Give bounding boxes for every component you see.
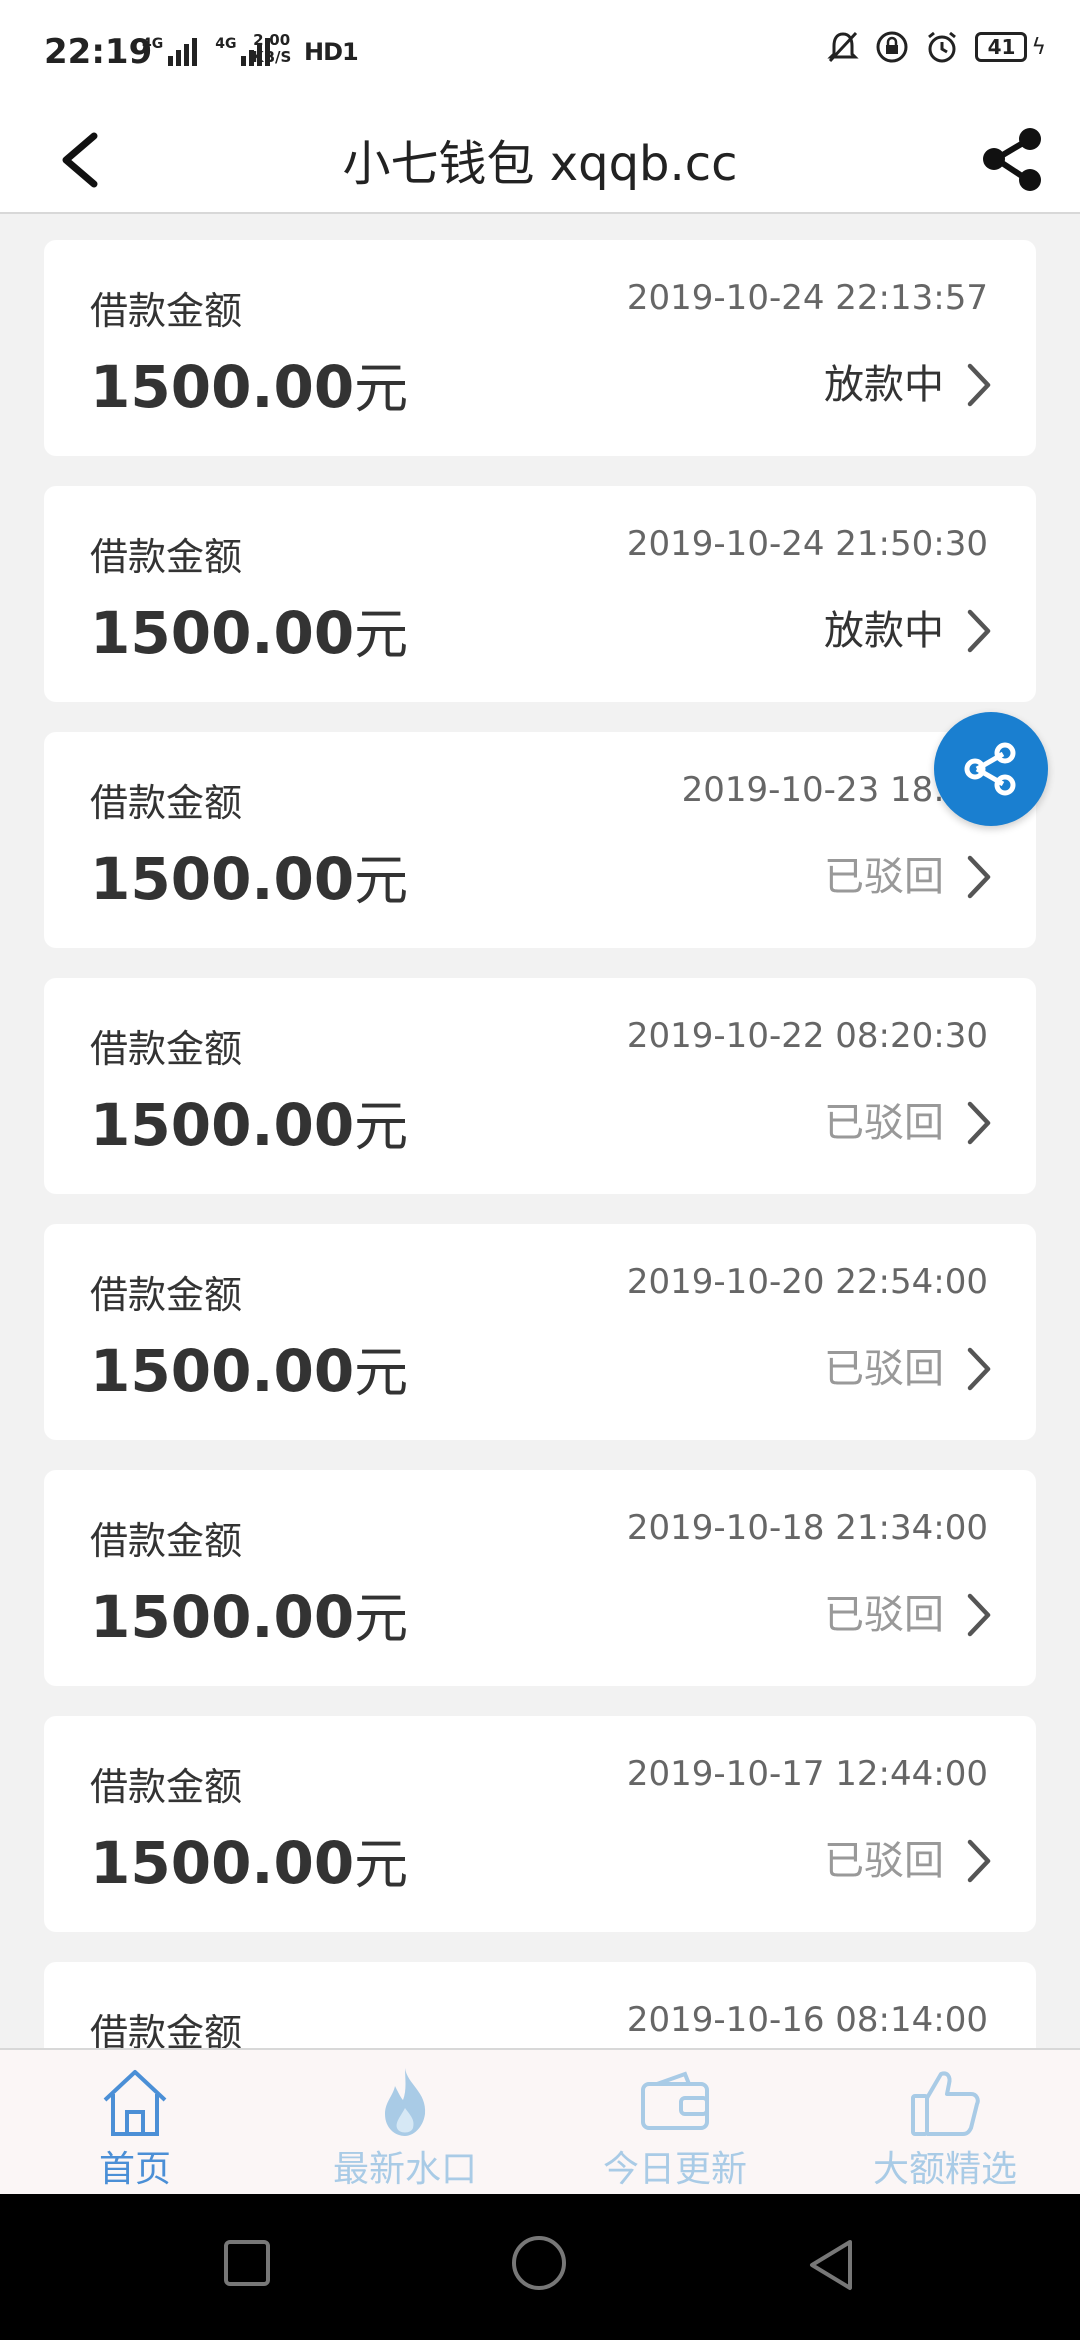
loan-status: 放款中 — [824, 608, 944, 654]
loan-amount-value: 1500.00 — [90, 1583, 355, 1651]
loan-record-card[interactable]: 借款金额 2019-10-20 22:54:00 1500.00元 已驳回 — [44, 1224, 1036, 1440]
nav-bar: 小七钱包 xqqb.cc — [0, 100, 1080, 214]
home-icon — [103, 2070, 167, 2136]
loan-date: 2019-10-17 12:44:00 — [626, 1754, 988, 1794]
tab-label: 今日更新 — [602, 2149, 747, 2190]
tab-label: 最新水口 — [332, 2149, 477, 2190]
loan-amount-unit: 元 — [354, 1095, 409, 1158]
loan-amount: 1500.00元 — [90, 1082, 408, 1161]
loan-amount: 1500.00元 — [90, 1574, 408, 1653]
recent-apps-button[interactable] — [222, 2238, 272, 2292]
system-navigation-bar — [0, 2194, 1080, 2340]
loan-list: 借款金额 2019-10-24 22:13:57 1500.00元 放款中 借款金额 20… — [44, 240, 1036, 2208]
loan-amount-value: 1500.00 — [90, 1091, 355, 1159]
loan-amount: 1500.00元 — [90, 590, 408, 669]
loan-date: 2019-10-16 08:14:00 — [626, 2000, 988, 2040]
chevron-right-icon — [967, 1593, 991, 1637]
loan-amount-unit: 元 — [354, 603, 409, 666]
status-icons: 41 ϟ — [827, 30, 1046, 64]
loan-amount-unit: 元 — [354, 357, 409, 420]
tab-label: 大额精选 — [872, 2149, 1017, 2190]
wallet-icon — [641, 2071, 709, 2130]
loan-record-card[interactable]: 借款金额 2019-10-23 18:04 1500.00元 已驳回 — [44, 732, 1036, 948]
network-speed: 2.00 KB/S — [252, 31, 292, 66]
loan-date: 2019-10-18 21:34:00 — [626, 1508, 988, 1548]
loan-status: 已驳回 — [824, 1592, 944, 1638]
bottom-tab-bar: 首页 最新水口 今日更新 大额精选 — [0, 2048, 1080, 2194]
chevron-right-icon — [967, 1101, 991, 1145]
loan-record-card[interactable]: 借款金额 2019-10-22 08:20:30 1500.00元 已驳回 — [44, 978, 1036, 1194]
loan-amount-label: 借款金额 — [90, 1273, 243, 1317]
alarm-icon — [928, 31, 957, 63]
loan-record-card[interactable]: 借款金额 2019-10-18 21:34:00 1500.00元 已驳回 — [44, 1470, 1036, 1686]
tab-latest[interactable]: 最新水口 — [270, 2050, 540, 2194]
hd-badge: HD1 — [304, 38, 359, 66]
loan-date: 2019-10-20 22:54:00 — [626, 1262, 988, 1302]
home-button[interactable] — [510, 2234, 568, 2296]
lock-rotation-icon — [876, 31, 908, 63]
loan-amount-label: 借款金额 — [90, 289, 243, 333]
loan-record-card[interactable]: 借款金额 2019-10-17 12:44:00 1500.00元 已驳回 — [44, 1716, 1036, 1932]
page-title: 小七钱包 xqqb.cc — [342, 136, 738, 192]
loan-amount-label: 借款金额 — [90, 1519, 243, 1563]
status-bar: 22:19 4G 4G 2.00 KB/S HD1 41 ϟ — [0, 0, 1080, 100]
loan-status: 已驳回 — [824, 1100, 944, 1146]
chevron-right-icon — [967, 363, 991, 407]
circle-icon — [512, 2236, 566, 2290]
loan-amount-unit: 元 — [354, 1587, 409, 1650]
charging-icon: ϟ — [1031, 34, 1046, 60]
square-icon — [224, 2240, 270, 2286]
loan-status: 已驳回 — [824, 1346, 944, 1392]
share-icon — [983, 128, 1041, 191]
loan-date: 2019-10-22 08:20:30 — [626, 1016, 988, 1056]
loan-status: 已驳回 — [824, 1838, 944, 1884]
loan-amount-unit: 元 — [354, 1833, 409, 1896]
loan-amount-value: 1500.00 — [90, 1337, 355, 1405]
tab-today[interactable]: 今日更新 — [540, 2050, 810, 2194]
bell-off-icon — [827, 31, 860, 63]
loan-amount-label: 借款金额 — [90, 781, 243, 825]
loan-amount-label: 借款金额 — [90, 1027, 243, 1071]
loan-amount-value: 1500.00 — [90, 599, 355, 667]
loan-record-card[interactable]: 借款金额 2019-10-24 22:13:57 1500.00元 放款中 — [44, 240, 1036, 456]
loan-status: 已驳回 — [824, 854, 944, 900]
share-icon — [964, 742, 1016, 796]
battery-icon: 41 — [975, 32, 1028, 62]
loan-date: 2019-10-24 22:13:57 — [626, 278, 988, 318]
floating-share-button[interactable] — [934, 712, 1048, 826]
chevron-left-icon — [62, 132, 98, 188]
loan-record-card[interactable]: 借款金额 2019-10-24 21:50:30 1500.00元 放款中 — [44, 486, 1036, 702]
chevron-right-icon — [967, 1347, 991, 1391]
loan-date: 2019-10-24 21:50:30 — [626, 524, 988, 564]
loan-amount: 1500.00元 — [90, 836, 408, 915]
loan-status: 放款中 — [824, 362, 944, 408]
loan-amount: 1500.00元 — [90, 1820, 408, 1899]
loan-amount-label: 借款金额 — [90, 535, 243, 579]
loan-amount-unit: 元 — [354, 1341, 409, 1404]
flame-icon — [385, 2068, 426, 2136]
back-button[interactable] — [44, 114, 124, 204]
chevron-right-icon — [967, 609, 991, 653]
tab-label: 首页 — [98, 2149, 171, 2190]
triangle-back-icon — [810, 2240, 852, 2290]
loan-amount-label: 借款金额 — [90, 1765, 243, 1809]
chevron-right-icon — [967, 855, 991, 899]
loan-amount-value: 1500.00 — [90, 353, 355, 421]
chevron-right-icon — [967, 1839, 991, 1883]
status-time: 22:19 — [44, 32, 153, 72]
loan-amount: 1500.00元 — [90, 344, 408, 423]
share-button[interactable] — [966, 114, 1056, 204]
back-nav-button[interactable] — [806, 2238, 856, 2296]
loan-amount-value: 1500.00 — [90, 845, 355, 913]
signal-icon: 4G — [142, 36, 198, 66]
loan-amount-value: 1500.00 — [90, 1829, 355, 1897]
tab-home[interactable]: 首页 — [0, 2050, 270, 2194]
loan-amount-unit: 元 — [354, 849, 409, 912]
thumbs-up-icon — [911, 2071, 980, 2136]
loan-amount: 1500.00元 — [90, 1328, 408, 1407]
tab-large-amount[interactable]: 大额精选 — [810, 2050, 1080, 2194]
